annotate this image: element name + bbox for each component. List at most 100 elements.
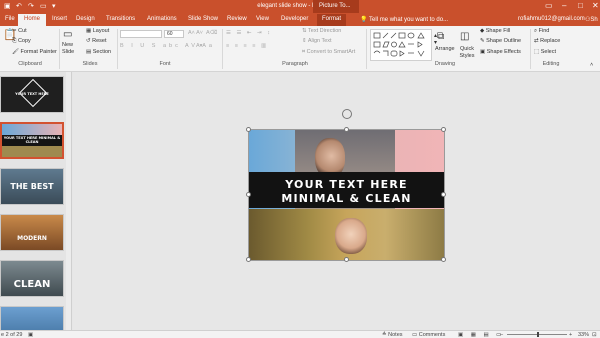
arrange-button[interactable]: Arrange [435,46,455,52]
tab-view[interactable]: View [256,16,269,22]
spellcheck-icon[interactable]: ▣ [28,332,33,338]
tab-slide-show[interactable]: Slide Show [188,16,218,22]
divider [222,29,223,69]
tab-design[interactable]: Design [76,16,95,22]
tab-home[interactable]: Home [18,14,47,26]
reset-icon: ↺ [86,38,91,44]
slide-thumbnail-2[interactable]: YOUR TEXT HERE MINIMAL & CLEAN [0,122,64,159]
zoom-slider-thumb[interactable] [537,332,539,337]
slide-thumbnail-4[interactable]: MODERN [0,214,64,251]
view-buttons[interactable]: ▣ ▦ ▤ ▭ [458,332,504,338]
reset-button[interactable]: ↺ Reset [86,38,107,44]
copy-button[interactable]: ⎘ Copy [12,38,31,45]
shape-effects-button[interactable]: ▣ Shape Effects [480,49,521,55]
smartart-icon: ⌗ [302,49,306,55]
slide-thumbnail-6[interactable] [0,306,64,330]
copy-icon: ⎘ [12,38,17,44]
group-label-drawing: Drawing [434,61,456,67]
font-color-icon[interactable]: A▾ [196,43,202,49]
section-button[interactable]: ▤ Section [86,49,111,55]
cut-button[interactable]: ✂ Cut [12,28,27,34]
scissors-icon: ✂ [12,28,17,34]
tell-me-box[interactable]: 💡 Tell me what you want to do... [360,16,448,23]
slide-thumbnail-5[interactable]: CLEAN [0,260,64,297]
zoom-level[interactable]: 33% [578,332,589,338]
resize-handle-se[interactable] [441,257,446,262]
group-label-font: Font [159,61,171,67]
ribbon-display-icon[interactable]: ▭ [545,1,553,10]
format-painter-button[interactable]: 🖌 Format Painter [12,49,57,55]
rotate-handle-icon[interactable] [342,109,352,119]
resize-handle-ne[interactable] [441,127,446,132]
grow-font-icon[interactable]: A˄ A˅ [188,30,203,36]
shapes-gallery[interactable] [370,29,432,61]
tab-file[interactable]: File [5,16,15,22]
group-label-slides: Slides [82,61,98,67]
resize-handle-sw[interactable] [246,257,251,262]
align-buttons[interactable]: ≡ ≡ ≡ ≡ ▥ [226,43,268,49]
notes-button[interactable]: ≙ Notes [382,332,403,338]
group-label-editing: Editing [542,61,560,67]
group-label-paragraph: Paragraph [282,61,308,67]
slide-counter: e 2 of 29 [1,332,23,338]
tab-developer[interactable]: Developer [281,16,308,22]
tab-animations[interactable]: Animations [147,16,177,22]
comments-button[interactable]: ▭ Comments [412,332,445,338]
quick-styles-button[interactable]: Quick Styles [456,46,478,60]
tab-insert[interactable]: Insert [52,16,67,22]
quick-styles-icon: ◫ [460,31,470,42]
notes-icon: ≙ [382,332,387,338]
clear-format-icon[interactable]: A⌫ [206,30,217,36]
lightbulb-icon: 💡 [360,17,370,23]
comment-icon: ▭ [412,332,418,338]
find-button[interactable]: ⌕ Find [534,28,549,35]
share-button[interactable]: ⚇Sh [585,16,598,23]
shapes-gallery-icon [373,32,425,57]
replace-icon: ⇄ [534,38,539,44]
resize-handle-s[interactable] [344,257,349,262]
select-button[interactable]: ⬚ Select [534,49,556,55]
effects-icon: ▣ [480,49,486,55]
zoom-out-icon[interactable]: – [500,332,503,338]
thumbnails-scrollbar[interactable] [66,72,71,330]
new-slide-icon: ▭ [63,29,73,40]
list-buttons[interactable]: ☰ ☰ ⇤ ⇥ ↕ [226,30,272,36]
slide-thumbnails-pane: YOUR TEXT HERE YOUR TEXT HERE MINIMAL & … [0,72,72,330]
layout-button[interactable]: ▦ Layout [86,28,109,34]
font-size-combo[interactable]: 60 [164,30,184,38]
user-account[interactable]: rofiahmu012@gmail.com [518,16,585,22]
font-name-combo[interactable] [120,30,162,38]
close-icon[interactable]: ✕ [592,1,599,10]
title-bar: ▣ ↶ ↷ ▭ ▾ elegant slide show - PowerPoin… [0,0,600,13]
fit-slide-icon[interactable]: ⊡ [592,332,597,338]
shape-outline-button[interactable]: ✎ Shape Outline [480,38,521,44]
ribbon-tabs: File Home Insert Design Transitions Anim… [0,13,600,26]
replace-button[interactable]: ⇄ Replace [534,38,560,44]
zoom-in-icon[interactable]: + [569,332,572,338]
pen-icon: ✎ [480,38,485,44]
slide-thumbnail-3[interactable]: THE BEST [0,168,64,205]
resize-handle-w[interactable] [246,192,251,197]
layout-icon: ▦ [86,28,92,34]
divider [366,29,367,69]
align-text-button[interactable]: ⇕ Align Text [302,38,332,44]
group-label-clipboard: Clipboard [18,61,42,67]
text-direction-button[interactable]: ⇅ Text Direction [302,28,341,34]
resize-handle-nw[interactable] [246,127,251,132]
minimize-icon[interactable]: – [562,1,566,10]
collapse-ribbon-icon[interactable]: ˄ [590,62,593,68]
paint-bucket-icon: ◆ [480,28,485,34]
contextual-tab-group: Picture To... [313,0,359,13]
resize-handle-n[interactable] [344,127,349,132]
tab-format[interactable]: Format [317,14,347,26]
convert-smartart-button[interactable]: ⌗ Convert to SmartArt [302,49,355,56]
shape-fill-button[interactable]: ◆ Shape Fill [480,28,510,34]
selection-frame [248,129,445,261]
maximize-icon[interactable]: □ [578,1,583,10]
tab-transitions[interactable]: Transitions [106,16,135,22]
text-direction-icon: ⇅ [302,28,307,34]
slide-thumbnail-1[interactable]: YOUR TEXT HERE [0,76,64,113]
tab-review[interactable]: Review [227,16,247,22]
resize-handle-e[interactable] [441,192,446,197]
new-slide-button[interactable]: New Slide [62,42,82,56]
